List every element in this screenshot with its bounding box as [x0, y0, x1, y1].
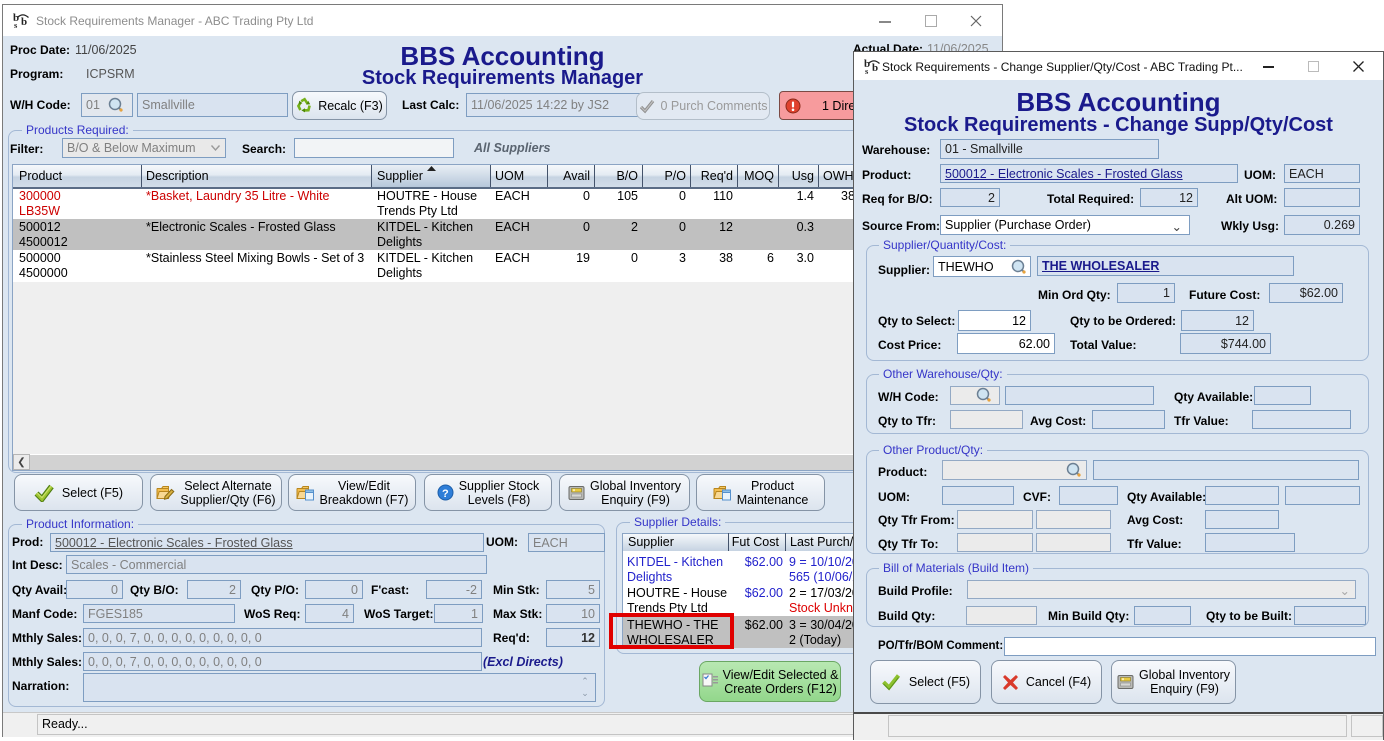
svg-text:b: b	[21, 16, 27, 28]
svg-text:b: b	[872, 62, 878, 74]
svg-text:?: ?	[442, 488, 449, 500]
